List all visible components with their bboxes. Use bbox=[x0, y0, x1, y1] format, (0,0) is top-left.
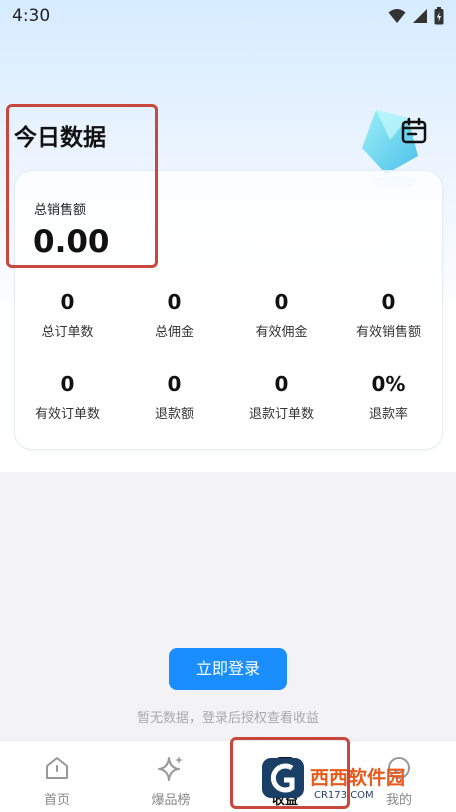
metric-label: 退款额 bbox=[154, 407, 194, 422]
tab-home[interactable]: 首页 bbox=[0, 741, 114, 812]
signal-icon bbox=[413, 9, 427, 23]
metric-refund-amount: 0 退款额 bbox=[121, 370, 228, 422]
metric-refund-orders: 0 退款订单数 bbox=[228, 370, 335, 422]
tab-label: 首页 bbox=[43, 793, 70, 808]
metric-label: 总订单数 bbox=[41, 325, 94, 340]
tab-label: 爆品榜 bbox=[151, 793, 191, 808]
status-bar: 4:30 bbox=[0, 0, 456, 34]
metric-label: 有效佣金 bbox=[255, 325, 308, 340]
metric-value: 0 bbox=[60, 290, 75, 314]
metric-value: 0 bbox=[381, 290, 396, 314]
metric-valid-orders: 0 有效订单数 bbox=[14, 370, 121, 422]
login-button[interactable]: 立即登录 bbox=[169, 648, 287, 690]
home-icon bbox=[46, 757, 68, 779]
metric-valid-commission: 0 有效佣金 bbox=[228, 288, 335, 340]
metric-total-orders: 0 总订单数 bbox=[14, 288, 121, 340]
wifi-icon bbox=[388, 9, 406, 23]
metric-label: 退款率 bbox=[368, 407, 408, 422]
metric-refund-rate: 0% 退款率 bbox=[335, 370, 442, 422]
metric-value: 0 bbox=[274, 290, 289, 314]
sparkle-icon bbox=[158, 756, 183, 781]
annotation-box-earnings-tab bbox=[230, 737, 350, 809]
metric-valid-sales: 0 有效销售额 bbox=[335, 288, 442, 340]
metric-value: 0 bbox=[60, 372, 75, 396]
metric-label: 退款订单数 bbox=[248, 407, 314, 422]
annotation-box-today-data bbox=[6, 104, 158, 268]
metric-value: 0% bbox=[371, 372, 406, 396]
metric-label: 有效订单数 bbox=[34, 407, 100, 422]
status-time: 4:30 bbox=[12, 6, 51, 26]
metric-value: 0 bbox=[274, 372, 289, 396]
empty-state-hint: 暂无数据，登录后授权查看收益 bbox=[136, 711, 319, 726]
battery-icon bbox=[434, 7, 444, 25]
metric-total-commission: 0 总佣金 bbox=[121, 288, 228, 340]
calendar-icon[interactable] bbox=[400, 117, 428, 145]
metric-label: 有效销售额 bbox=[355, 325, 421, 340]
metric-label: 总佣金 bbox=[154, 325, 194, 340]
metric-value: 0 bbox=[167, 290, 182, 314]
metric-value: 0 bbox=[167, 372, 182, 396]
tab-hot-products[interactable]: 爆品榜 bbox=[114, 741, 228, 812]
